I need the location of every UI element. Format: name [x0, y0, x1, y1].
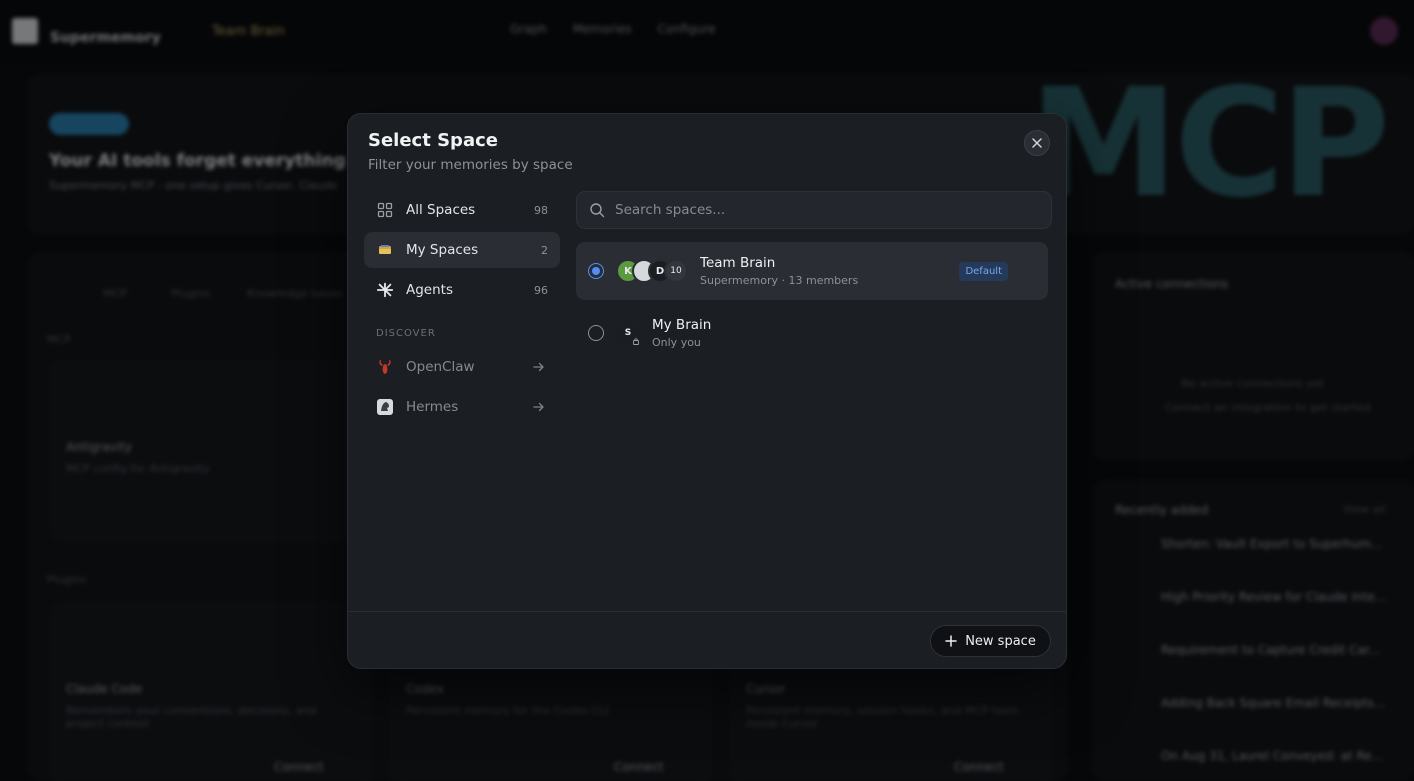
sidebar-item-count: 96	[534, 283, 548, 297]
close-button[interactable]	[1024, 130, 1050, 156]
sidebar-item-label: My Spaces	[406, 242, 479, 258]
space-name: My Brain	[652, 317, 712, 333]
asterisk-icon	[376, 281, 394, 299]
sidebar-item-all-spaces[interactable]: All Spaces 98	[364, 192, 560, 228]
lobster-icon	[376, 358, 394, 376]
member-avatars: K D 10	[616, 259, 688, 283]
sidebar-item-label: Agents	[406, 282, 453, 298]
space-row-my-brain[interactable]: S My Brain Only you	[576, 304, 1048, 362]
discover-heading: DISCOVER	[376, 328, 436, 339]
sidebar-item-label: OpenClaw	[406, 359, 475, 375]
plus-icon	[945, 635, 957, 647]
sidebar-item-label: Hermes	[406, 399, 459, 415]
space-name: Team Brain	[700, 255, 776, 271]
sidebar-item-count: 2	[541, 243, 548, 257]
sidebar-item-my-spaces[interactable]: My Spaces 2	[364, 232, 560, 268]
space-meta: Supermemory · 13 members	[700, 274, 859, 287]
space-radio[interactable]	[588, 325, 604, 341]
lock-icon	[630, 335, 642, 347]
search-icon	[590, 203, 605, 218]
space-radio-selected[interactable]	[588, 263, 604, 279]
discover-item-openclaw[interactable]: OpenClaw	[364, 349, 560, 385]
grid-icon	[376, 201, 394, 219]
modal-footer: New space	[348, 611, 1066, 669]
space-row-team-brain[interactable]: K D 10 Team Brain Supermemory · 13 membe…	[576, 242, 1048, 300]
arrow-right-icon	[530, 358, 548, 376]
sidebar-item-agents[interactable]: Agents 96	[364, 272, 560, 308]
discover-item-hermes[interactable]: Hermes	[364, 389, 560, 425]
modal-subtitle: Filter your memories by space	[368, 157, 573, 173]
sidebar-item-label: All Spaces	[406, 202, 476, 218]
hermes-icon	[376, 398, 394, 416]
new-space-button[interactable]: New space	[930, 625, 1051, 657]
member-avatars: S	[616, 321, 642, 347]
close-icon	[1032, 138, 1042, 148]
search-input[interactable]	[615, 202, 1035, 218]
select-space-modal: Select Space Filter your memories by spa…	[347, 113, 1067, 669]
space-search-box[interactable]	[576, 191, 1052, 229]
arrow-right-icon	[530, 398, 548, 416]
modal-title: Select Space	[368, 130, 498, 151]
folder-icon	[376, 241, 394, 259]
space-sidebar: All Spaces 98 My Spaces 2 Agents 96 DISC…	[364, 192, 560, 429]
avatar-overflow-count: 10	[664, 259, 688, 283]
default-badge: Default	[959, 261, 1008, 281]
sidebar-item-count: 98	[534, 203, 548, 217]
new-space-label: New space	[965, 633, 1036, 649]
space-meta: Only you	[652, 336, 701, 349]
